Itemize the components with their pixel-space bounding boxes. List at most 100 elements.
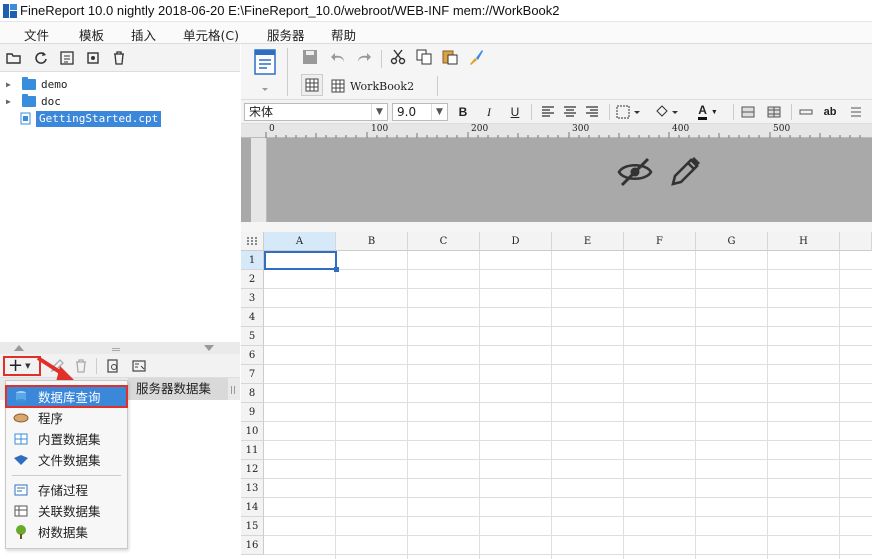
text-style-icon[interactable]: ab: [821, 103, 839, 121]
column-header[interactable]: E: [552, 232, 624, 251]
grid-line: [479, 251, 480, 559]
collapse-down-icon[interactable]: [204, 345, 214, 351]
refresh-icon[interactable]: [32, 49, 50, 67]
menu-item-stored-procedure[interactable]: 存储过程: [6, 479, 127, 500]
cut-icon[interactable]: [389, 48, 407, 66]
column-header[interactable]: B: [336, 232, 408, 251]
column-header[interactable]: D: [480, 232, 552, 251]
eye-hidden-icon[interactable]: [617, 156, 653, 188]
new-template-icon[interactable]: [58, 49, 76, 67]
row-header[interactable]: 9: [241, 403, 264, 422]
undo-icon[interactable]: [329, 48, 347, 66]
align-center-icon[interactable]: [561, 103, 579, 121]
pencil-edit-icon[interactable]: [669, 154, 701, 188]
row-header[interactable]: 10: [241, 422, 264, 441]
menu-item-relation-dataset[interactable]: 关联数据集: [6, 500, 127, 521]
spreadsheet-grid: ABCDEFGH 1 2 3 4 5 6 7 8 9 10 11 12 13 14 15 16: [241, 222, 872, 559]
delete-icon[interactable]: [110, 49, 128, 67]
preview-icon[interactable]: [104, 357, 122, 375]
tree-item-doc[interactable]: ▶ doc: [0, 93, 61, 110]
row-header[interactable]: 5: [241, 327, 264, 346]
open-folder-icon[interactable]: [5, 49, 23, 67]
column-header[interactable]: [840, 232, 872, 251]
menu-item-tree-dataset[interactable]: 树数据集: [6, 521, 127, 542]
row-height-icon[interactable]: [797, 103, 815, 121]
row-header[interactable]: 2: [241, 270, 264, 289]
tree-item-demo[interactable]: ▶ demo: [0, 76, 68, 93]
paste-icon[interactable]: [441, 48, 459, 66]
row-header[interactable]: 4: [241, 308, 264, 327]
menu-item-label: 内置数据集: [38, 432, 101, 447]
menu-item-file-dataset[interactable]: 文件数据集: [6, 449, 127, 470]
split-cells-icon[interactable]: [765, 103, 783, 121]
menu-template[interactable]: 模板: [79, 25, 104, 44]
app-logo-icon: [3, 4, 17, 18]
expand-arrow-icon[interactable]: ▶: [6, 97, 14, 106]
row-header[interactable]: 8: [241, 384, 264, 403]
align-left-icon[interactable]: [539, 103, 557, 121]
column-header[interactable]: G: [696, 232, 768, 251]
tree-item-gettingstarted[interactable]: GettingStarted.cpt: [20, 110, 162, 127]
menu-item-builtin-dataset[interactable]: 内置数据集: [6, 428, 127, 449]
dataset-settings-icon[interactable]: [130, 357, 148, 375]
relation-dataset-icon: [13, 504, 29, 518]
row-header[interactable]: 14: [241, 498, 264, 517]
row-header[interactable]: 1: [241, 251, 264, 270]
row-header[interactable]: 11: [241, 441, 264, 460]
column-header[interactable]: A: [264, 232, 336, 251]
underline-button[interactable]: U: [506, 103, 524, 121]
grid-line: [264, 269, 872, 270]
font-color-icon[interactable]: A ▼: [693, 103, 723, 121]
menu-help[interactable]: 帮助: [331, 25, 356, 44]
grid-view-icon[interactable]: [301, 74, 323, 96]
template-icon[interactable]: [251, 48, 279, 94]
expand-arrow-icon[interactable]: ▶: [6, 80, 14, 89]
fill-color-icon[interactable]: [653, 103, 681, 121]
row-header[interactable]: 12: [241, 460, 264, 479]
row-header[interactable]: 16: [241, 536, 264, 555]
chevron-down-icon: ▼: [431, 104, 447, 120]
row-header[interactable]: 13: [241, 479, 264, 498]
column-header[interactable]: C: [408, 232, 480, 251]
merge-cells-icon[interactable]: [739, 103, 757, 121]
border-icon[interactable]: [615, 103, 643, 121]
selected-cell-a1[interactable]: [264, 251, 337, 270]
save-icon[interactable]: [301, 48, 319, 66]
grid-line: [767, 251, 768, 559]
grid-line: [264, 421, 872, 422]
fill-handle[interactable]: [334, 267, 339, 272]
format-painter-icon[interactable]: [467, 48, 485, 66]
column-header[interactable]: F: [624, 232, 696, 251]
italic-button[interactable]: I: [480, 103, 498, 121]
row-header[interactable]: 7: [241, 365, 264, 384]
menu-item-db-query[interactable]: 数据库查询: [5, 385, 128, 408]
add-dataset-menu: 数据库查询 程序 内置数据集 文件数据集 存储过程 关联数据集 树数据集: [5, 380, 128, 549]
program-icon: [13, 411, 29, 425]
folder-icon: [22, 94, 36, 107]
column-header[interactable]: H: [768, 232, 840, 251]
font-size-select[interactable]: 9.0 ▼: [392, 103, 448, 121]
folder-icon: [22, 77, 36, 90]
select-all-corner[interactable]: [241, 232, 264, 251]
collapse-up-icon[interactable]: [14, 345, 24, 351]
more-format-icon[interactable]: [847, 103, 865, 121]
tab-divider: [437, 76, 438, 96]
tab-workbook2[interactable]: WorkBook2: [327, 74, 437, 98]
row-header[interactable]: 6: [241, 346, 264, 365]
menu-server[interactable]: 服务器: [267, 25, 305, 44]
menu-insert[interactable]: 插入: [131, 25, 156, 44]
row-header[interactable]: 15: [241, 517, 264, 536]
chevron-down-icon: ▼: [25, 362, 31, 370]
copy-icon[interactable]: [415, 48, 433, 66]
menu-cell[interactable]: 单元格(C): [183, 25, 239, 44]
bold-button[interactable]: B: [454, 103, 472, 121]
menu-item-program[interactable]: 程序: [6, 407, 127, 428]
grid-line: [264, 440, 872, 441]
menu-file[interactable]: 文件: [24, 25, 49, 44]
align-right-icon[interactable]: [583, 103, 601, 121]
tab-server-dataset[interactable]: 服务器数据集: [128, 378, 228, 400]
row-header[interactable]: 3: [241, 289, 264, 308]
settings-icon[interactable]: [84, 49, 102, 67]
font-name-select[interactable]: 宋体 ▼: [244, 103, 388, 121]
redo-icon[interactable]: [355, 48, 373, 66]
